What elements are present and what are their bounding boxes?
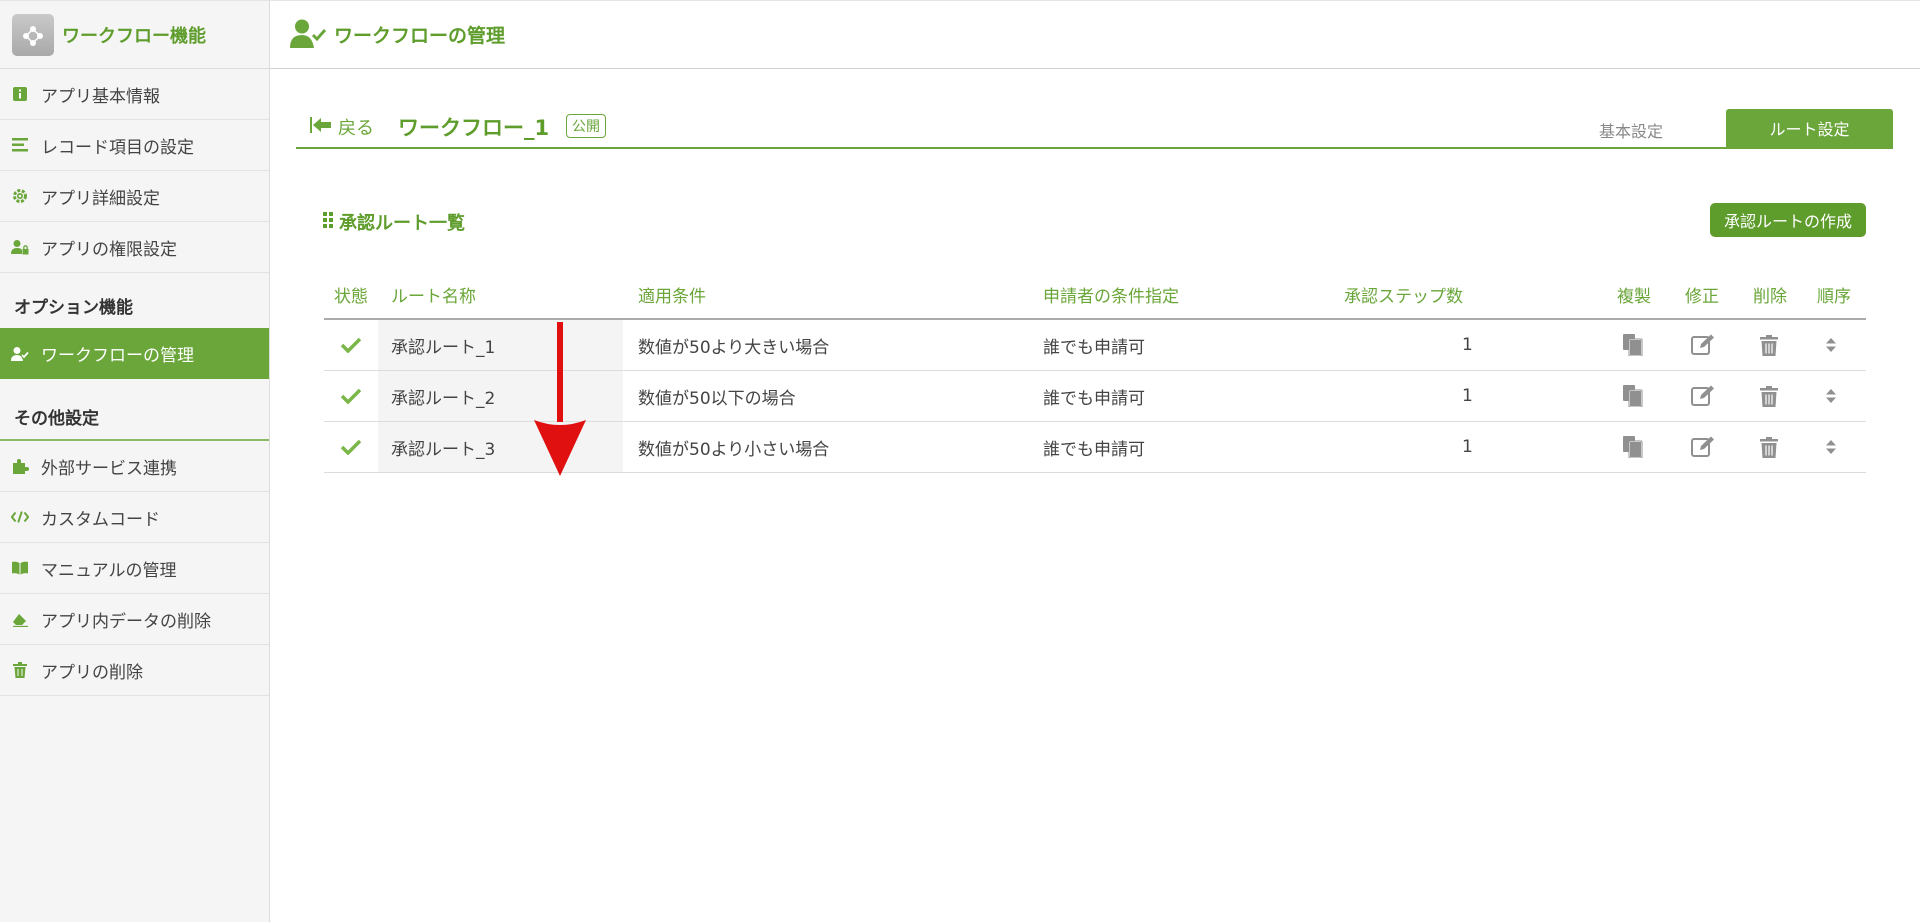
page-title: ワークフローの管理 bbox=[334, 25, 506, 47]
sidebar-item-label: マニュアルの管理 bbox=[41, 560, 177, 581]
create-route-button[interactable]: 承認ルートの作成 bbox=[1710, 203, 1866, 237]
sidebar-item-delete-app[interactable]: アプリの削除 bbox=[0, 645, 269, 696]
tab-route-settings[interactable]: ルート設定 bbox=[1726, 109, 1893, 147]
sidebar-item-app-permissions[interactable]: アプリの権限設定 bbox=[0, 222, 269, 273]
sidebar-section-options: オプション機能 bbox=[14, 298, 133, 318]
trash-icon[interactable] bbox=[1760, 371, 1778, 421]
sidebar-item-label: アプリの削除 bbox=[41, 662, 143, 683]
route-list-title: 承認ルート一覧 bbox=[323, 209, 465, 235]
grip-icon bbox=[323, 211, 333, 233]
sidebar-section-other: その他設定 bbox=[0, 379, 269, 441]
workflow-name: ワークフロー_1 bbox=[398, 116, 550, 140]
back-label: 戻る bbox=[338, 118, 374, 139]
app-title: ワークフロー機能 bbox=[62, 25, 206, 47]
sidebar-header: ワークフロー機能 bbox=[0, 0, 269, 69]
code-icon bbox=[11, 508, 29, 526]
route-steps: 1 bbox=[1462, 437, 1473, 457]
workflow-heading: 戻る ワークフロー_1 公開 基本設定 ルート設定 bbox=[296, 108, 1893, 149]
trash-icon bbox=[11, 661, 29, 679]
back-arrow-icon bbox=[310, 116, 332, 139]
sidebar-item-label: アプリの権限設定 bbox=[41, 239, 177, 260]
route-applicant: 誰でも申請可 bbox=[1043, 388, 1145, 409]
edit-icon[interactable] bbox=[1691, 371, 1715, 421]
top-header: ワークフローの管理 bbox=[270, 0, 1920, 69]
check-icon bbox=[340, 320, 362, 370]
edit-icon[interactable] bbox=[1691, 422, 1715, 472]
sidebar-item-record-fields[interactable]: レコード項目の設定 bbox=[0, 120, 269, 171]
puzzle-icon bbox=[11, 457, 29, 475]
col-status: 状態 bbox=[334, 287, 368, 307]
sidebar-item-label: レコード項目の設定 bbox=[41, 137, 194, 158]
status-badge: 公開 bbox=[566, 114, 606, 138]
col-copy: 複製 bbox=[1617, 287, 1651, 307]
route-condition: 数値が50以下の場合 bbox=[638, 388, 796, 409]
sidebar-item-app-detail[interactable]: アプリ詳細設定 bbox=[0, 171, 269, 222]
list-icon bbox=[11, 136, 29, 154]
check-icon bbox=[340, 422, 362, 472]
sort-handle-icon[interactable] bbox=[1825, 320, 1837, 370]
copy-icon[interactable] bbox=[1623, 422, 1643, 472]
app-logo-icon bbox=[12, 13, 54, 56]
check-icon bbox=[340, 371, 362, 421]
copy-icon[interactable] bbox=[1623, 320, 1643, 370]
sidebar-item-external-services[interactable]: 外部サービス連携 bbox=[0, 441, 269, 492]
info-icon bbox=[11, 85, 29, 103]
route-steps: 1 bbox=[1462, 335, 1473, 355]
sidebar-item-delete-data[interactable]: アプリ内データの削除 bbox=[0, 594, 269, 645]
back-button[interactable]: 戻る bbox=[310, 114, 374, 140]
user-check-icon bbox=[290, 18, 327, 52]
col-route-name: ルート名称 bbox=[391, 287, 476, 307]
trash-icon[interactable] bbox=[1760, 422, 1778, 472]
sidebar-item-manual[interactable]: マニュアルの管理 bbox=[0, 543, 269, 594]
sort-handle-icon[interactable] bbox=[1825, 371, 1837, 421]
user-check-icon bbox=[11, 345, 29, 363]
sidebar-item-label: アプリ内データの削除 bbox=[41, 611, 211, 632]
annotation-down-arrow-icon bbox=[530, 322, 590, 482]
route-steps: 1 bbox=[1462, 386, 1473, 406]
route-condition: 数値が50より大きい場合 bbox=[638, 337, 830, 358]
col-condition: 適用条件 bbox=[638, 287, 706, 307]
col-steps: 承認ステップ数 bbox=[1344, 287, 1463, 307]
route-applicant: 誰でも申請可 bbox=[1043, 439, 1145, 460]
eraser-icon bbox=[11, 610, 29, 628]
user-lock-icon bbox=[11, 238, 29, 256]
tab-basic-settings[interactable]: 基本設定 bbox=[1599, 118, 1663, 142]
col-delete: 削除 bbox=[1753, 287, 1787, 307]
sidebar-item-app-info[interactable]: アプリ基本情報 bbox=[0, 69, 269, 120]
sidebar-item-label: アプリ詳細設定 bbox=[41, 188, 160, 209]
sidebar-item-label: アプリ基本情報 bbox=[41, 86, 160, 107]
sidebar-item-label: ワークフローの管理 bbox=[41, 346, 194, 366]
sidebar-item-workflow[interactable]: ワークフローの管理 bbox=[0, 328, 269, 379]
col-edit: 修正 bbox=[1685, 287, 1719, 307]
gear-icon bbox=[11, 187, 29, 205]
col-order: 順序 bbox=[1817, 287, 1851, 307]
copy-icon[interactable] bbox=[1623, 371, 1643, 421]
sidebar: ワークフロー機能 アプリ基本情報 レコード項目の設定 アプリ詳細設定 アプリの権… bbox=[0, 0, 270, 922]
route-list-title-text: 承認ルート一覧 bbox=[339, 213, 465, 234]
sort-handle-icon[interactable] bbox=[1825, 422, 1837, 472]
edit-icon[interactable] bbox=[1691, 320, 1715, 370]
sidebar-item-label: カスタムコード bbox=[41, 509, 160, 530]
book-icon bbox=[11, 559, 29, 577]
table-header: 状態 ルート名称 適用条件 申請者の条件指定 承認ステップ数 複製 修正 削除 … bbox=[324, 272, 1866, 320]
sidebar-item-label: 外部サービス連携 bbox=[41, 458, 177, 479]
trash-icon[interactable] bbox=[1760, 320, 1778, 370]
route-applicant: 誰でも申請可 bbox=[1043, 337, 1145, 358]
route-condition: 数値が50より小さい場合 bbox=[638, 439, 830, 460]
sidebar-item-custom-code[interactable]: カスタムコード bbox=[0, 492, 269, 543]
col-applicant: 申請者の条件指定 bbox=[1043, 287, 1179, 307]
